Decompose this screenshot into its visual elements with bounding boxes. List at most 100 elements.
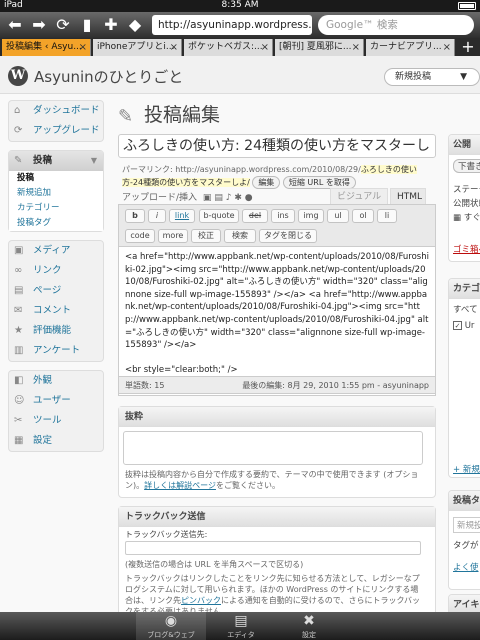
ol-button[interactable]: ol: [352, 209, 374, 223]
tab-label: ブログ&ウェブ: [147, 631, 195, 639]
battery-icon: [458, 2, 476, 10]
trackback-help: トラックバックはリンクしたことをリンク先に知らせる方法として、レガシーなプログシ…: [125, 573, 425, 617]
category-box: カテゴリ すべて ✓ Ur + 新規カ: [448, 278, 480, 478]
add-icon[interactable]: ✚: [102, 16, 120, 34]
sidebar-item-media[interactable]: ▣ メディア: [9, 241, 103, 261]
category-heading[interactable]: カテゴリ: [449, 279, 480, 299]
chevron-down-icon[interactable]: ▼: [91, 151, 97, 171]
tab-blog-web[interactable]: ◉ ブログ&ウェブ: [136, 612, 206, 640]
del-button[interactable]: del: [242, 209, 268, 223]
star-icon: ★: [14, 325, 23, 336]
tab-visual[interactable]: ビジュアル: [330, 188, 388, 204]
ins-button[interactable]: ins: [271, 209, 295, 223]
sidebar-item-tools[interactable]: ✂ ツール: [9, 411, 103, 431]
tags-heading[interactable]: 投稿タグ: [449, 491, 480, 511]
sidebar-item-dashboard[interactable]: ⌂ ダッシュボード: [9, 101, 103, 121]
media-icon[interactable]: ✱: [234, 193, 242, 203]
publish-heading[interactable]: 公開: [449, 135, 480, 155]
excerpt-help-link[interactable]: 詳しくは解説ページ: [144, 481, 216, 490]
comment-icon: ✉: [14, 305, 23, 316]
sidebar-item-posts[interactable]: ✎ 投稿 ▼: [9, 151, 103, 171]
sidebar-item-users[interactable]: ☺ ユーザー: [9, 391, 103, 411]
more-button[interactable]: more: [158, 229, 188, 243]
close-tags-button[interactable]: タグを閉じる: [259, 229, 317, 243]
close-icon[interactable]: ×: [443, 39, 451, 56]
code-button[interactable]: code: [125, 229, 155, 243]
excerpt-textarea[interactable]: [123, 431, 423, 465]
post-content-textarea[interactable]: <a href="http://www.appbank.net/wp-conte…: [119, 247, 435, 380]
bold-button[interactable]: b: [125, 209, 145, 223]
trackback-input[interactable]: [125, 541, 421, 555]
site-name[interactable]: Asyuninのひとりごと: [34, 66, 183, 87]
poll-icon[interactable]: ●: [245, 193, 253, 203]
menu-group-posts: ✎ 投稿 ▼ 投稿 新規追加 カテゴリー 投稿タグ: [8, 150, 104, 232]
blockquote-button[interactable]: b-quote: [199, 209, 239, 223]
wordpress-logo-icon[interactable]: W: [8, 66, 28, 86]
category-tab-all[interactable]: すべて: [453, 303, 478, 315]
sidebar-item-comments[interactable]: ✉ コメント: [9, 301, 103, 321]
sidebar-item-polls[interactable]: ▥ アンケート: [9, 341, 103, 361]
sidebar-subitem-tags[interactable]: 投稿タグ: [9, 216, 103, 231]
post-title-input[interactable]: ふろしきの使い方: 24種類の使い方をマスターし: [118, 134, 436, 158]
browser-tab[interactable]: ポケットベガス:... ×: [184, 39, 273, 56]
checkbox[interactable]: ✓: [453, 321, 462, 330]
sidebar-item-ratings[interactable]: ★ 評価機能: [9, 321, 103, 341]
img-button[interactable]: img: [298, 209, 324, 223]
search-field[interactable]: Google™ 検索: [318, 15, 474, 35]
li-button[interactable]: li: [377, 209, 397, 223]
save-draft-button[interactable]: 下書き: [453, 159, 480, 173]
sidebar-item-pages[interactable]: ▤ ページ: [9, 281, 103, 301]
trackback-to-label: トラックバック送信先:: [125, 530, 208, 539]
sidebar-item-upgrade[interactable]: ⟳ アップグレード: [9, 121, 103, 141]
sidebar-item-label: 評価機能: [33, 325, 72, 336]
add-category-link[interactable]: + 新規カ: [453, 463, 480, 475]
edit-permalink-button[interactable]: 編集: [252, 176, 281, 189]
sidebar-item-appearance[interactable]: ◧ 外観: [9, 371, 103, 391]
url-field[interactable]: http://asyuninapp.wordpress....: [152, 15, 312, 35]
back-arrow-icon[interactable]: ⬅: [6, 16, 24, 34]
proofread-button[interactable]: 校正: [191, 229, 221, 243]
image-icon[interactable]: ▣: [203, 193, 212, 203]
bookmarks-icon[interactable]: ▮: [78, 16, 96, 34]
sidebar-item-links[interactable]: ∞ リンク: [9, 261, 103, 281]
italic-button[interactable]: i: [148, 209, 166, 223]
tab-editor[interactable]: ▤ エディタ: [206, 612, 276, 640]
new-post-dropdown[interactable]: 新規投稿 ▼: [384, 68, 480, 86]
sidebar-subitem-categories[interactable]: カテゴリー: [9, 201, 103, 216]
sidebar-item-label: リンク: [33, 265, 62, 276]
browser-tab[interactable]: iPhoneアプリとi... ×: [93, 39, 182, 56]
ul-button[interactable]: ul: [327, 209, 349, 223]
sidebar-item-settings[interactable]: ▦ 設定: [9, 431, 103, 451]
excerpt-help-tail: をご覧ください。: [215, 481, 280, 490]
forward-arrow-icon[interactable]: ➡: [30, 16, 48, 34]
tab-html[interactable]: HTML: [390, 188, 426, 204]
browser-tab[interactable]: [朝刊] 夏風邪に... ×: [275, 39, 364, 56]
tab-settings[interactable]: ✖ 設定: [274, 612, 344, 640]
close-icon[interactable]: ×: [79, 39, 87, 56]
close-icon[interactable]: ×: [261, 39, 269, 56]
sidebar-subitem-add-new[interactable]: 新規追加: [9, 186, 103, 201]
page-title: ✎ 投稿編集: [118, 100, 436, 130]
close-icon[interactable]: ×: [352, 39, 360, 56]
browser-tab[interactable]: 投稿編集 ‹ Asyu... ×: [2, 39, 91, 56]
excerpt-help: 抜粋は投稿内容から自分で作成する要約で、テーマの中で使用できます (オプション)…: [125, 469, 425, 491]
browser-tab[interactable]: カーナビアプリ... ×: [366, 39, 455, 56]
link-button[interactable]: link: [169, 209, 195, 223]
excerpt-heading[interactable]: 抜粋: [119, 407, 435, 427]
common-tags-link[interactable]: よく使: [453, 561, 479, 573]
audio-icon[interactable]: ♪: [226, 193, 232, 203]
move-to-trash-link[interactable]: ゴミ箱へ: [453, 243, 480, 255]
sidebar-subitem-posts[interactable]: 投稿: [9, 171, 103, 186]
reload-icon[interactable]: ⟳: [54, 16, 72, 34]
lookup-button[interactable]: 検索: [224, 229, 256, 243]
close-icon[interactable]: ×: [170, 39, 178, 56]
video-icon[interactable]: ▤: [214, 193, 223, 203]
new-tag-input[interactable]: 新規投: [453, 517, 480, 533]
sidebar-item-label: コメント: [33, 305, 72, 316]
trackback-heading[interactable]: トラックバック送信: [119, 507, 435, 527]
publish-immediately: ▦ すぐに: [453, 211, 480, 223]
new-tab-button[interactable]: +: [456, 38, 480, 56]
category-item[interactable]: ✓ Ur: [453, 321, 474, 331]
pingback-link[interactable]: ピンバック: [181, 596, 221, 605]
tag-icon[interactable]: ◆: [126, 16, 144, 34]
